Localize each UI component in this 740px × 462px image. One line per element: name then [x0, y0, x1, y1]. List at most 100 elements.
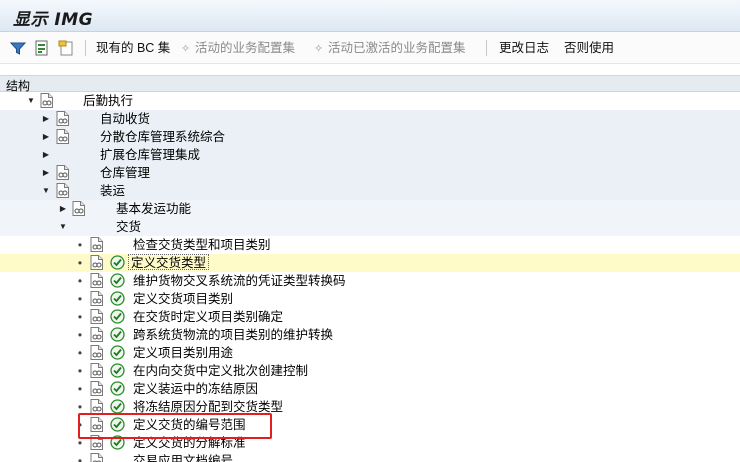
execute-icon[interactable]: [110, 363, 125, 378]
tree-row[interactable]: ▶ 基本发运功能: [0, 200, 740, 218]
tree-node-label: 维护货物交叉系统流的凭证类型转换码: [133, 274, 346, 288]
execute-icon[interactable]: [110, 291, 125, 306]
documentation-icon[interactable]: [90, 399, 103, 414]
tree-node-label: 后勤执行: [83, 94, 134, 108]
tree-row[interactable]: • 维护货物交叉系统流的凭证类型转换码: [0, 272, 740, 290]
tree-node-label: 分散仓库管理系统综合: [100, 130, 226, 144]
leaf-bullet: •: [77, 382, 83, 396]
toolbar-separator: [85, 40, 86, 56]
expanded-icon[interactable]: ▼: [41, 184, 51, 198]
expanded-icon[interactable]: ▼: [26, 94, 36, 108]
obsolete-button[interactable]: 否则使用: [564, 40, 614, 56]
collapsed-icon[interactable]: ▶: [41, 166, 51, 180]
tree-row[interactable]: • 定义项目类别用途: [0, 344, 740, 362]
documentation-icon[interactable]: [90, 291, 103, 306]
export-icon[interactable]: [33, 39, 51, 57]
documentation-icon[interactable]: [40, 93, 53, 108]
tree-row[interactable]: ▶ 扩展仓库管理集成: [0, 146, 740, 164]
tree-node-label: 自动收货: [100, 112, 151, 126]
documentation-icon[interactable]: [72, 201, 85, 216]
activated-bc-sets-label: 活动已激活的业务配置集: [328, 41, 466, 55]
note-icon[interactable]: [57, 39, 75, 57]
leaf-bullet: •: [77, 256, 83, 270]
documentation-icon[interactable]: [56, 165, 69, 180]
bc-set-icon: ✧: [181, 43, 191, 55]
collapsed-icon[interactable]: ▶: [58, 202, 68, 216]
tree-row-selected[interactable]: • 定义交货类型: [0, 254, 740, 272]
tree-node-label: 在交货时定义项目类别确定: [133, 310, 284, 324]
tree-row[interactable]: ▼ 交货: [0, 218, 740, 236]
tree-node-label: 定义交货类型: [128, 254, 210, 270]
documentation-icon[interactable]: [56, 183, 69, 198]
tree-row[interactable]: • 定义交货项目类别: [0, 290, 740, 308]
toolbar-separator: [486, 40, 487, 56]
tree-node-label: 检查交货类型和项目类别: [133, 238, 271, 252]
execute-icon[interactable]: [110, 399, 125, 414]
title-bar: 显示 IMG: [0, 0, 740, 32]
tree-row[interactable]: ▼ 后勤执行: [0, 92, 740, 110]
leaf-bullet: •: [77, 454, 83, 462]
documentation-icon[interactable]: [90, 327, 103, 342]
img-tree: ▼ 后勤执行 ▶ 自动收货 ▶ 分散仓库管理系统综合 ▶ 扩展仓库管理集成 ▶ …: [0, 92, 740, 462]
filter-icon[interactable]: [9, 39, 27, 57]
tree-row[interactable]: ▶ 分散仓库管理系统综合: [0, 128, 740, 146]
execute-icon[interactable]: [110, 381, 125, 396]
leaf-bullet: •: [77, 364, 83, 378]
tree-row[interactable]: ▶ 仓库管理: [0, 164, 740, 182]
execute-icon[interactable]: [110, 255, 125, 270]
change-log-button[interactable]: 更改日志: [499, 40, 549, 56]
documentation-icon[interactable]: [90, 381, 103, 396]
highlight-annotation-box: [78, 413, 272, 439]
leaf-bullet: •: [77, 292, 83, 306]
bc-set-icon: ✧: [314, 43, 324, 55]
tree-node-label: 定义项目类别用途: [133, 346, 234, 360]
tree-node-label: 装运: [100, 184, 126, 198]
structure-header: 结构: [0, 75, 740, 93]
leaf-bullet: •: [77, 310, 83, 324]
documentation-icon[interactable]: [90, 345, 103, 360]
tree-row[interactable]: ▶ 自动收货: [0, 110, 740, 128]
tree-node-label: 仓库管理: [100, 166, 151, 180]
tree-node-label: 定义装运中的冻结原因: [133, 382, 259, 396]
tree-node-label: 定义交货项目类别: [133, 292, 234, 306]
tree-row[interactable]: ▼ 装运: [0, 182, 740, 200]
execute-icon[interactable]: [110, 327, 125, 342]
collapsed-icon[interactable]: ▶: [41, 148, 51, 162]
tree-node-label: 交货: [116, 220, 142, 234]
tree-row[interactable]: • 在交货时定义项目类别确定: [0, 308, 740, 326]
leaf-bullet: •: [77, 346, 83, 360]
tree-node-label: 在内向交货中定义批次创建控制: [133, 364, 309, 378]
execute-icon[interactable]: [110, 309, 125, 324]
documentation-icon[interactable]: [90, 273, 103, 288]
active-bc-sets-button[interactable]: ✧ 活动的业务配置集: [181, 40, 295, 56]
expanded-icon[interactable]: ▼: [58, 220, 68, 234]
leaf-bullet: •: [77, 238, 83, 252]
tree-node-label: 扩展仓库管理集成: [100, 148, 201, 162]
tree-row[interactable]: • 跨系统货物流的项目类别的维护转换: [0, 326, 740, 344]
tree-row[interactable]: • 在内向交货中定义批次创建控制: [0, 362, 740, 380]
collapsed-icon[interactable]: ▶: [41, 112, 51, 126]
active-bc-sets-label: 活动的业务配置集: [195, 41, 296, 55]
application-toolbar: 现有的 BC 集 ✧ 活动的业务配置集 ✧ 活动已激活的业务配置集 更改日志 否则使…: [0, 32, 740, 64]
documentation-icon[interactable]: [90, 363, 103, 378]
tree-node-label: 交易应用文档编号: [133, 454, 234, 462]
documentation-icon[interactable]: [90, 453, 103, 462]
documentation-icon[interactable]: [90, 237, 103, 252]
window-title: 显示 IMG: [13, 10, 94, 30]
tree-row[interactable]: • 交易应用文档编号: [0, 452, 740, 462]
tree-row[interactable]: • 检查交货类型和项目类别: [0, 236, 740, 254]
collapsed-icon[interactable]: ▶: [41, 130, 51, 144]
leaf-bullet: •: [77, 274, 83, 288]
documentation-icon[interactable]: [56, 129, 69, 144]
execute-icon[interactable]: [110, 273, 125, 288]
tree-row[interactable]: • 定义装运中的冻结原因: [0, 380, 740, 398]
leaf-bullet: •: [77, 328, 83, 342]
execute-icon[interactable]: [110, 345, 125, 360]
documentation-icon[interactable]: [90, 309, 103, 324]
existing-bc-sets-button[interactable]: 现有的 BC 集: [96, 40, 170, 56]
tree-node-label: 跨系统货物流的项目类别的维护转换: [133, 328, 334, 342]
documentation-icon[interactable]: [90, 255, 103, 270]
documentation-icon[interactable]: [56, 111, 69, 126]
tree-node-label: 基本发运功能: [116, 202, 192, 216]
activated-bc-sets-button[interactable]: ✧ 活动已激活的业务配置集: [314, 40, 466, 56]
